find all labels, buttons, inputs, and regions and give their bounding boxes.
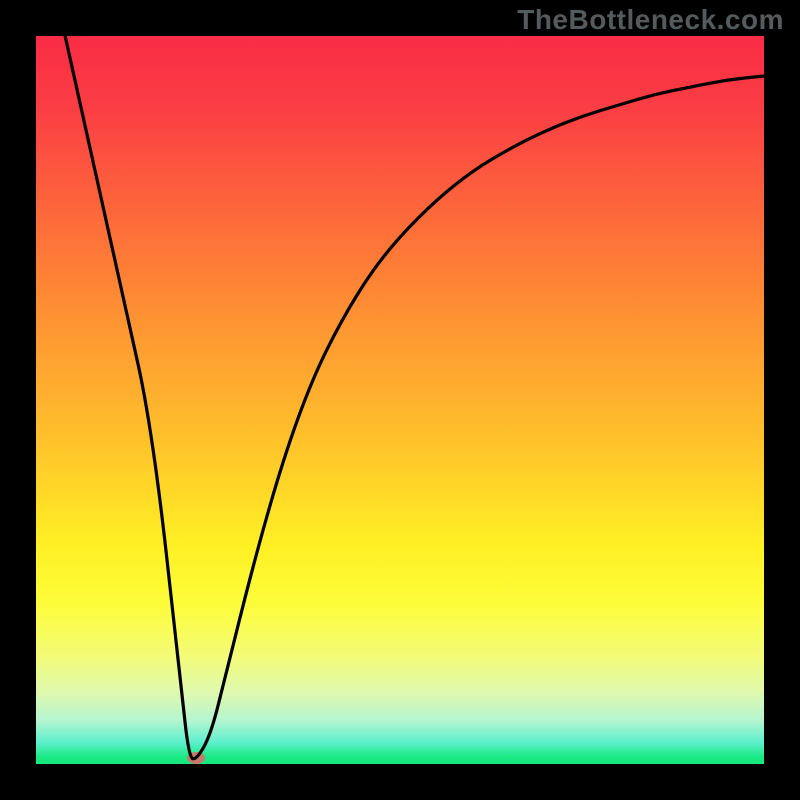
plot-area [36, 36, 764, 764]
chart-frame: TheBottleneck.com [0, 0, 800, 800]
watermark-text: TheBottleneck.com [517, 4, 784, 36]
bottleneck-curve [36, 36, 764, 764]
